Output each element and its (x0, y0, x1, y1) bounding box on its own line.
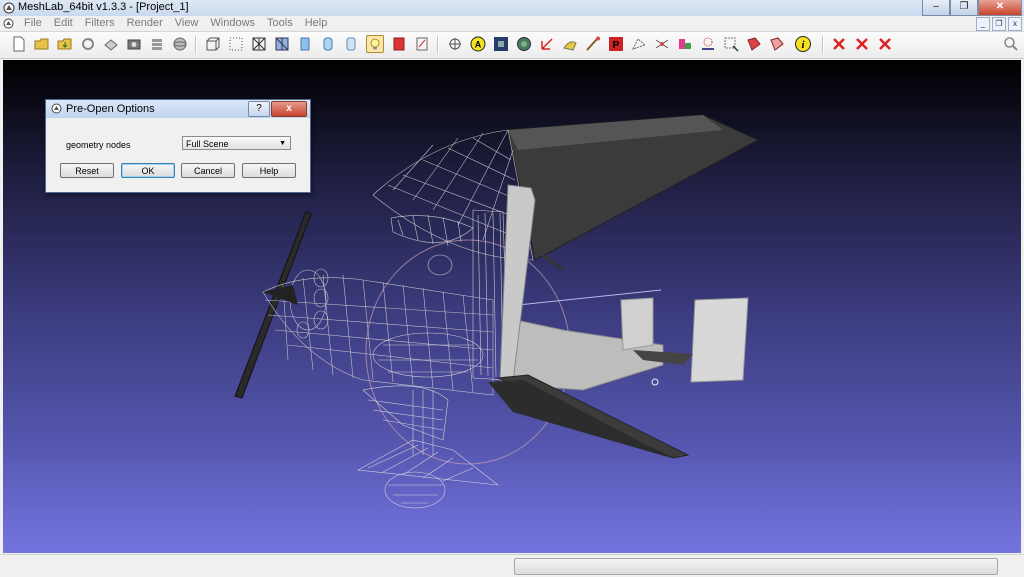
texture-icon[interactable] (342, 35, 360, 53)
pickpoints-icon[interactable]: P (607, 35, 625, 53)
bounding-box-icon[interactable] (204, 35, 222, 53)
geometry-nodes-select[interactable]: Full Scene ▼ (182, 136, 291, 150)
reset-button[interactable]: Reset (60, 163, 114, 178)
pre-open-options-dialog: Pre-Open Options ? x geometry nodes Full… (45, 99, 311, 193)
document-icon[interactable] (3, 18, 14, 29)
flat-icon[interactable] (296, 35, 314, 53)
points-icon[interactable] (227, 35, 245, 53)
search-icon[interactable] (1002, 35, 1020, 53)
dialog-close-button[interactable]: x (271, 101, 307, 117)
help-button[interactable]: Help (242, 163, 296, 178)
select-faces-icon[interactable] (745, 35, 763, 53)
status-bar (0, 554, 1024, 577)
new-project-icon[interactable] (10, 35, 28, 53)
meshlab-app-icon (51, 103, 62, 114)
ok-button[interactable]: OK (121, 163, 175, 178)
toolbar-separator (822, 36, 824, 54)
menu-bar: File Edit Filters Render View Windows To… (0, 16, 1024, 32)
reference-icon[interactable] (699, 35, 717, 53)
dialog-body: geometry nodes Full Scene ▼ Reset OK Can… (49, 120, 305, 188)
menu-edit[interactable]: Edit (48, 17, 79, 29)
cancel-button[interactable]: Cancel (181, 163, 235, 178)
dialog-title: Pre-Open Options (66, 103, 155, 115)
mdi-restore-button[interactable]: ❐ (992, 17, 1006, 31)
dropdown-arrow-icon: ▼ (279, 140, 286, 147)
mdi-controls: _ ❐ x (976, 17, 1022, 31)
horizontal-scrollbar[interactable] (514, 558, 998, 575)
wireframe-icon[interactable] (250, 35, 268, 53)
menu-help[interactable]: Help (299, 17, 334, 29)
delete-faces-icon[interactable] (853, 35, 871, 53)
info-icon[interactable]: i (794, 35, 812, 53)
paint-icon[interactable] (561, 35, 579, 53)
main-toolbar: A P i (0, 32, 1024, 59)
reload-icon[interactable] (79, 35, 97, 53)
select-value: Full Scene (186, 139, 229, 149)
double-side-icon[interactable] (413, 35, 431, 53)
toolbar-separator (437, 36, 439, 54)
delete-vertices-icon[interactable] (876, 35, 894, 53)
align-icon[interactable] (630, 35, 648, 53)
open-project-icon[interactable] (33, 35, 51, 53)
select-area-icon[interactable] (768, 35, 786, 53)
layers-icon[interactable] (148, 35, 166, 53)
window-controls: – ❐ ✕ (922, 0, 1022, 16)
propeller-blade (234, 211, 312, 399)
mdi-close-button[interactable]: x (1008, 17, 1022, 31)
menu-filters[interactable]: Filters (79, 17, 121, 29)
landing-gear-wireframe (357, 332, 500, 509)
measure-icon[interactable] (538, 35, 556, 53)
trackball-icon[interactable] (171, 35, 189, 53)
brush-icon[interactable] (584, 35, 602, 53)
tail-fin-upper (620, 297, 654, 351)
menu-windows[interactable]: Windows (204, 17, 261, 29)
export-mesh-icon[interactable] (102, 35, 120, 53)
window-title: MeshLab_64bit v1.3.3 - [Project_1] (18, 1, 189, 13)
smooth-icon[interactable] (319, 35, 337, 53)
manipulator-icon[interactable] (653, 35, 671, 53)
select-connected-icon[interactable] (722, 35, 740, 53)
mdi-minimize-button[interactable]: _ (976, 17, 990, 31)
menu-view[interactable]: View (169, 17, 205, 29)
dialog-help-icon[interactable]: ? (248, 101, 270, 117)
maximize-button[interactable]: ❐ (950, 0, 978, 16)
menu-render[interactable]: Render (121, 17, 169, 29)
geometry-nodes-label: geometry nodes (66, 140, 131, 150)
color-paint-icon[interactable] (676, 35, 694, 53)
lower-wing-shadow (488, 380, 671, 458)
snapshot-icon[interactable] (125, 35, 143, 53)
propeller-hub (263, 285, 298, 305)
annotate-icon[interactable]: A (469, 35, 487, 53)
tail-fin-right (690, 297, 749, 383)
light-icon[interactable] (366, 35, 384, 53)
toolbar-separator (195, 36, 197, 54)
meshlab-app-icon (3, 2, 15, 14)
svg-text:A: A (475, 40, 482, 50)
menu-tools[interactable]: Tools (261, 17, 299, 29)
tail-wheel (651, 378, 659, 386)
title-bar: MeshLab_64bit v1.3.3 - [Project_1] – ❐ ✕ (0, 0, 1024, 16)
import-mesh-icon[interactable] (56, 35, 74, 53)
menu-file[interactable]: File (18, 17, 48, 29)
select-vertices-icon[interactable] (446, 35, 464, 53)
wing-brace (542, 253, 564, 272)
delete-icon[interactable] (830, 35, 848, 53)
hidden-lines-icon[interactable] (273, 35, 291, 53)
close-button[interactable]: ✕ (978, 0, 1022, 16)
color-icon[interactable] (390, 35, 408, 53)
sphere-icon[interactable] (515, 35, 533, 53)
texture-param-icon[interactable] (492, 35, 510, 53)
dialog-title-bar: Pre-Open Options ? x (46, 100, 310, 118)
svg-text:P: P (613, 40, 620, 51)
fuselage-wireframe (262, 268, 494, 396)
minimize-button[interactable]: – (922, 0, 950, 16)
